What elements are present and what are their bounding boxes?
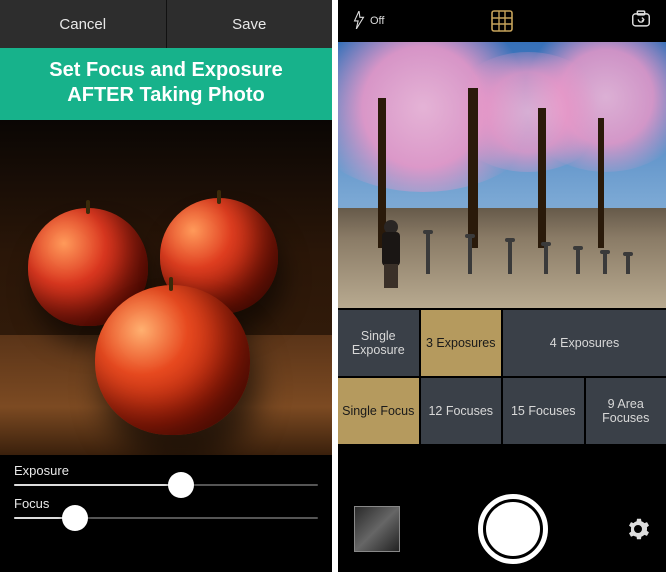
save-button[interactable]: Save [167,0,333,48]
flash-toggle[interactable]: Off [352,11,384,32]
grid-icon [491,10,513,32]
shutter-button[interactable] [478,494,548,564]
focus-option-15[interactable]: 15 Focuses [503,378,584,444]
flash-label: Off [370,15,384,27]
focus-option-single[interactable]: Single Focus [338,378,419,444]
apple-image [95,285,250,435]
camera-bottombar [338,486,666,572]
cancel-button[interactable]: Cancel [0,0,167,48]
exposure-slider-group: Exposure [14,463,318,486]
info-banner: Set Focus and Exposure AFTER Taking Phot… [0,48,332,120]
editor-topbar: Cancel Save [0,0,332,48]
switch-camera-icon [630,8,652,30]
focus-slider-group: Focus [14,496,318,519]
gear-icon [626,517,650,541]
banner-line-2: AFTER Taking Photo [8,83,324,108]
sliders-panel: Exposure Focus [0,455,332,535]
exposure-option-3[interactable]: 3 Exposures [421,310,502,376]
camera-viewfinder[interactable] [338,42,666,308]
photo-preview [0,120,332,455]
focus-slider[interactable] [14,517,318,519]
camera-topbar: Off [338,0,666,42]
switch-camera-button[interactable] [630,8,652,35]
flash-icon [352,11,366,32]
editor-screen: Cancel Save Set Focus and Exposure AFTER… [0,0,332,572]
exposure-option-single[interactable]: Single Exposure [338,310,419,376]
last-photo-thumbnail[interactable] [354,506,400,552]
focus-option-12[interactable]: 12 Focuses [421,378,502,444]
camera-screen: Off [338,0,666,572]
settings-button[interactable] [626,517,650,541]
focus-option-9area[interactable]: 9 Area Focuses [586,378,667,444]
focus-label: Focus [14,496,318,511]
person-in-viewfinder [378,220,404,288]
exposure-label: Exposure [14,463,318,478]
banner-line-1: Set Focus and Exposure [8,58,324,83]
focus-thumb[interactable] [62,505,88,531]
exposure-thumb[interactable] [168,472,194,498]
grid-toggle[interactable] [491,10,513,32]
exposure-option-4[interactable]: 4 Exposures [503,310,666,376]
exposure-slider[interactable] [14,484,318,486]
capture-options-grid: Single Exposure 3 Exposures 4 Exposures … [338,308,666,444]
